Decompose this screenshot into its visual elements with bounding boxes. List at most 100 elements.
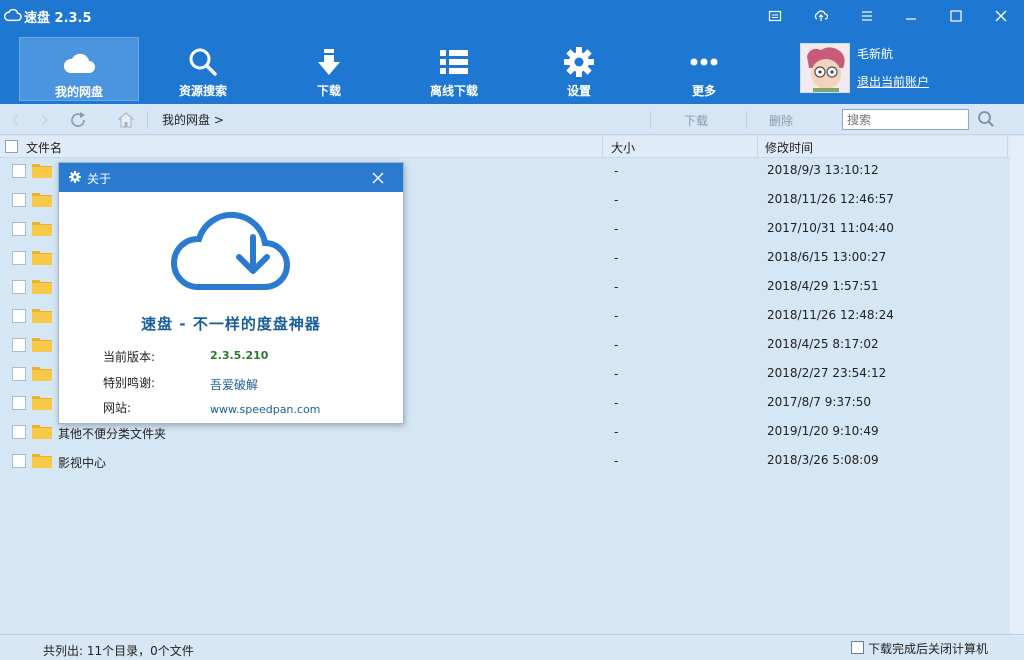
download-button[interactable]: 下载 [684, 112, 708, 129]
dialog-close-icon[interactable] [368, 168, 388, 188]
website-label: 网站: [103, 401, 132, 415]
column-name[interactable]: 文件名 [26, 139, 62, 156]
dialog-slogan: 速盘 - 不一样的度盘神器 [141, 315, 321, 333]
nav-divider [147, 111, 148, 129]
row-checkbox[interactable] [12, 309, 26, 323]
logout-link[interactable]: 退出当前账户 [857, 73, 929, 90]
file-time: 2018/9/3 13:10:12 [767, 163, 879, 177]
search-button-icon[interactable] [975, 108, 997, 130]
breadcrumb[interactable]: 我的网盘 > [162, 111, 224, 128]
thanks-link[interactable]: 吾爱破解 [210, 376, 258, 393]
mini-mode-icon[interactable] [752, 0, 798, 32]
column-divider[interactable] [757, 136, 758, 158]
menu-icon[interactable] [844, 0, 890, 32]
file-size: - [614, 396, 619, 410]
folder-icon [32, 280, 52, 294]
file-time: 2017/8/7 9:37:50 [767, 395, 871, 409]
tool-label: 设置 [566, 84, 591, 98]
forward-icon[interactable] [34, 110, 54, 130]
folder-icon [32, 396, 52, 410]
version-value: 2.3.5.210 [210, 349, 269, 362]
tool-label: 我的网盘 [54, 85, 103, 99]
file-time: 2019/1/20 9:10:49 [767, 424, 879, 438]
column-divider[interactable] [602, 136, 603, 158]
file-time: 2018/2/27 23:54:12 [767, 366, 887, 380]
row-checkbox[interactable] [12, 396, 26, 410]
window-title: 速盘 2.3.5 [24, 11, 92, 26]
file-size: - [614, 222, 619, 236]
file-size: - [614, 251, 619, 265]
minimize-icon[interactable] [888, 0, 934, 32]
tool-resource-search[interactable]: 资源搜索 [143, 37, 263, 101]
main-toolbar: 我的网盘 资源搜索 下载 离线下载 设置 更多 [0, 32, 1024, 104]
folder-icon [32, 251, 52, 265]
tool-my-disk[interactable]: 我的网盘 [19, 37, 139, 101]
folder-icon [32, 309, 52, 323]
maximize-icon[interactable] [933, 0, 979, 32]
select-all-checkbox[interactable] [5, 140, 18, 153]
gear-icon [69, 171, 81, 183]
nav-divider [746, 111, 747, 129]
download-icon [318, 49, 340, 75]
tool-label: 下载 [316, 84, 341, 98]
file-time: 2018/3/26 5:08:09 [767, 453, 879, 467]
shutdown-checkbox[interactable] [851, 641, 864, 654]
row-checkbox[interactable] [12, 222, 26, 236]
file-time: 2018/4/29 1:57:51 [767, 279, 879, 293]
cloud-app-icon [4, 8, 22, 22]
file-name[interactable]: 影视中心 [58, 454, 106, 471]
tool-offline-download[interactable]: 离线下载 [394, 37, 514, 101]
folder-icon [32, 338, 52, 352]
folder-icon [32, 164, 52, 178]
tool-download[interactable]: 下载 [269, 37, 389, 101]
column-time[interactable]: 修改时间 [765, 139, 813, 156]
scrollbar-track[interactable] [1010, 136, 1024, 634]
file-time: 2018/11/26 12:46:57 [767, 192, 894, 206]
home-icon[interactable] [116, 110, 136, 130]
gear-icon [564, 47, 594, 77]
file-size: - [614, 367, 619, 381]
website-link[interactable]: www.speedpan.com [210, 403, 320, 416]
file-size: - [614, 425, 619, 439]
file-size: - [614, 309, 619, 323]
file-size: - [614, 193, 619, 207]
tool-settings[interactable]: 设置 [519, 37, 639, 101]
tool-label: 离线下载 [429, 84, 478, 98]
search-input[interactable] [842, 109, 969, 130]
status-summary: 共列出: 11个目录，0个文件 [43, 644, 194, 658]
delete-button[interactable]: 删除 [769, 112, 793, 129]
refresh-icon[interactable] [68, 110, 88, 130]
thanks-label: 特别鸣谢: [103, 376, 156, 390]
tool-more[interactable]: 更多 [644, 37, 764, 101]
cloud-download-logo-icon [171, 211, 290, 290]
row-checkbox[interactable] [12, 164, 26, 178]
tool-label: 资源搜索 [178, 84, 227, 98]
username: 毛新航 [857, 47, 894, 61]
row-checkbox[interactable] [12, 251, 26, 265]
file-size: - [614, 338, 619, 352]
row-checkbox[interactable] [12, 280, 26, 294]
more-icon [690, 58, 718, 66]
title-bar: 速盘 2.3.5 [0, 0, 1024, 32]
row-checkbox[interactable] [12, 454, 26, 468]
column-divider [1007, 136, 1008, 158]
file-size: - [614, 280, 619, 294]
row-checkbox[interactable] [12, 367, 26, 381]
file-size: - [614, 164, 619, 178]
folder-icon [32, 454, 52, 468]
shutdown-label[interactable]: 下载完成后关闭计算机 [868, 640, 988, 657]
close-icon[interactable] [978, 0, 1024, 32]
file-row[interactable]: 影视中心 - 2018/3/26 5:08:09 [0, 448, 1010, 477]
row-checkbox[interactable] [12, 193, 26, 207]
version-label: 当前版本: [103, 350, 156, 364]
file-name[interactable]: 其他不便分类文件夹 [58, 425, 166, 442]
back-icon[interactable] [6, 110, 26, 130]
folder-icon [32, 193, 52, 207]
avatar[interactable] [800, 43, 850, 93]
row-checkbox[interactable] [12, 425, 26, 439]
folder-icon [32, 367, 52, 381]
file-time: 2018/11/26 12:48:24 [767, 308, 894, 322]
column-size[interactable]: 大小 [611, 139, 635, 156]
row-checkbox[interactable] [12, 338, 26, 352]
cloud-sync-icon[interactable] [798, 0, 844, 32]
